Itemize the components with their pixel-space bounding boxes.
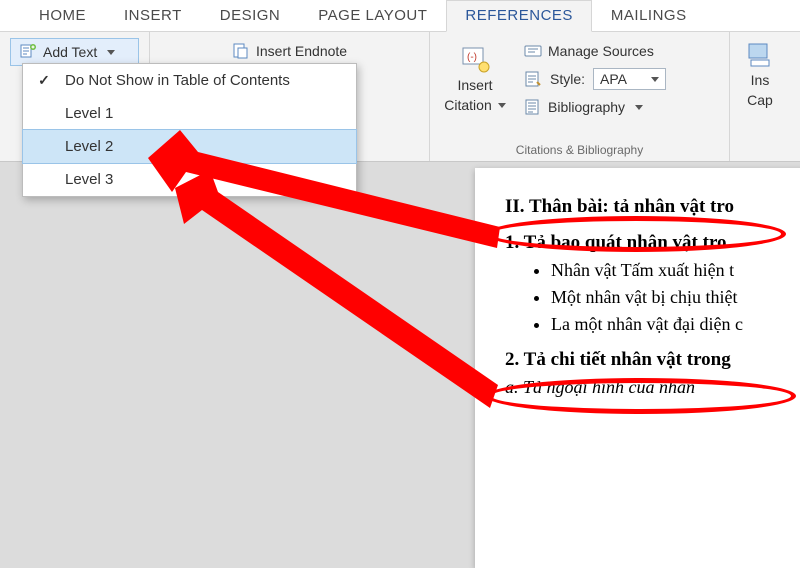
doc-heading-1: 1. Tả bao quát nhân vật tro — [505, 232, 800, 254]
checkbox-placeholder — [33, 172, 55, 188]
bibliography-button[interactable]: Bibliography — [516, 94, 674, 120]
insert-caption-label2: Cap — [747, 92, 773, 108]
manage-sources-label: Manage Sources — [548, 43, 654, 59]
add-text-button[interactable]: Add Text — [10, 38, 139, 66]
style-select[interactable]: APA — [593, 68, 666, 90]
dropdown-item-label: Level 2 — [65, 138, 113, 155]
insert-citation-label2: Citation — [444, 97, 491, 113]
chevron-down-icon — [107, 50, 115, 55]
insert-caption-button[interactable]: Ins Cap — [740, 38, 780, 112]
group-captions: Ins Cap — [730, 32, 790, 161]
list-item: La một nhân vật đại diện c — [551, 314, 800, 335]
add-text-label: Add Text — [43, 44, 97, 60]
doc-italic-a: a. Tả ngoại hình của nhân — [505, 377, 800, 398]
doc-heading-2: 2. Tả chi tiết nhân vật trong — [505, 349, 800, 371]
list-item: Một nhân vật bị chịu thiệt — [551, 287, 800, 308]
dropdown-item-level-3[interactable]: Level 3 — [23, 163, 356, 196]
insert-caption-label1: Ins — [751, 72, 770, 88]
bibliography-label: Bibliography — [548, 99, 625, 115]
add-text-dropdown: Do Not Show in Table of Contents Level 1… — [22, 63, 357, 197]
list-item: Nhân vật Tấm xuất hiện t — [551, 260, 800, 281]
group-label-citations: Citations & Bibliography — [440, 143, 719, 157]
tab-design[interactable]: DESIGN — [201, 0, 300, 31]
insert-endnote-button[interactable]: Insert Endnote — [224, 38, 355, 64]
insert-endnote-label: Insert Endnote — [256, 43, 347, 59]
tab-insert[interactable]: INSERT — [105, 0, 201, 31]
manage-sources-button[interactable]: Manage Sources — [516, 38, 674, 64]
dropdown-item-level-2[interactable]: Level 2 — [22, 129, 357, 164]
doc-bullets-1: Nhân vật Tấm xuất hiện t Một nhân vật bị… — [505, 260, 800, 335]
tab-page-layout[interactable]: PAGE LAYOUT — [299, 0, 446, 31]
style-select-value: APA — [600, 71, 627, 87]
group-citations: (-) Insert Citation Manage Sources — [430, 32, 730, 161]
svg-text:(-): (-) — [467, 52, 477, 63]
doc-heading-roman: II. Thân bài: tả nhân vật tro — [505, 196, 800, 218]
dropdown-item-do-not-show[interactable]: Do Not Show in Table of Contents — [23, 64, 356, 97]
citation-style-row: Style: APA — [516, 64, 674, 94]
dropdown-item-label: Do Not Show in Table of Contents — [65, 72, 290, 89]
chevron-down-icon — [498, 103, 506, 108]
chevron-down-icon — [635, 105, 643, 110]
check-icon — [33, 73, 55, 89]
endnote-icon — [232, 42, 250, 60]
tab-home[interactable]: HOME — [20, 0, 105, 31]
citation-icon: (-) — [460, 45, 490, 73]
chevron-down-icon — [651, 77, 659, 82]
style-label: Style: — [550, 71, 585, 87]
insert-citation-label1: Insert — [457, 77, 492, 93]
tab-references[interactable]: REFERENCES — [446, 0, 592, 32]
bibliography-icon — [524, 98, 542, 116]
style-icon — [524, 70, 542, 88]
dropdown-item-label: Level 1 — [65, 105, 113, 122]
document-page[interactable]: II. Thân bài: tả nhân vật tro 1. Tả bao … — [475, 168, 800, 568]
caption-icon — [747, 42, 773, 68]
manage-sources-icon — [524, 42, 542, 60]
dropdown-item-label: Level 3 — [65, 171, 113, 188]
dropdown-item-level-1[interactable]: Level 1 — [23, 97, 356, 130]
insert-citation-button[interactable]: (-) Insert Citation — [440, 38, 510, 120]
add-text-icon — [19, 43, 37, 61]
checkbox-placeholder — [33, 106, 55, 122]
tab-mailings[interactable]: MAILINGS — [592, 0, 706, 31]
document-area: II. Thân bài: tả nhân vật tro 1. Tả bao … — [0, 162, 800, 500]
checkbox-placeholder — [33, 139, 55, 155]
ribbon-tabs: HOME INSERT DESIGN PAGE LAYOUT REFERENCE… — [0, 0, 800, 32]
